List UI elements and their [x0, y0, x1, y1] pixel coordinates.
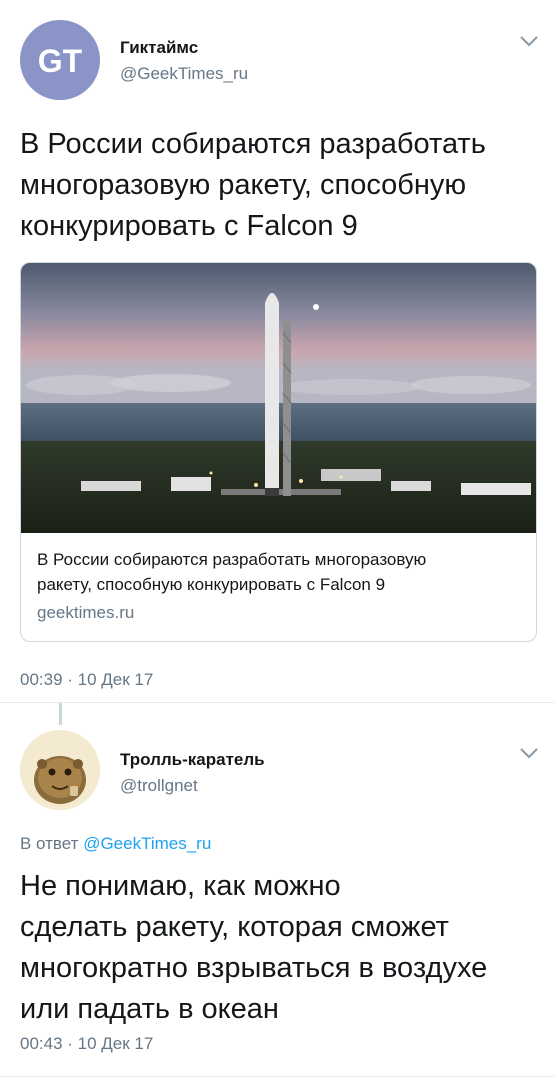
- tweet-text: В России собираются разработать многораз…: [20, 124, 540, 247]
- tweet-geektimes[interactable]: GT Гиктаймс @GeekTimes_ru В России собир…: [0, 0, 555, 700]
- svg-text:GT: GT: [38, 43, 83, 79]
- tweet-text: Не понимаю, как можно сделать ракету, ко…: [20, 866, 550, 1030]
- author-handle[interactable]: @GeekTimes_ru: [120, 64, 248, 84]
- tweet-text-line: многократно взрываться в воздухе: [20, 952, 488, 984]
- chevron-down-icon[interactable]: [518, 33, 540, 49]
- gt-logo-icon: GT: [20, 20, 100, 100]
- author-handle[interactable]: @trollgnet: [120, 776, 198, 796]
- divider: [0, 702, 555, 703]
- avatar[interactable]: [20, 730, 100, 810]
- avatar[interactable]: GT: [20, 20, 100, 100]
- tweet-text-line: В России собираются разработать: [20, 128, 486, 160]
- tweet-text-line: конкурировать с Falcon 9: [20, 210, 358, 242]
- reply-context: В ответ @GeekTimes_ru: [20, 834, 211, 854]
- timestamp[interactable]: 00:39 · 10 Дек 17: [20, 670, 153, 690]
- reply-to-link[interactable]: @GeekTimes_ru: [83, 834, 211, 853]
- author-name[interactable]: Гиктаймс: [120, 38, 198, 58]
- divider: [0, 1076, 555, 1077]
- troll-character-icon: [20, 730, 100, 810]
- tweet-text-line: сделать ракету, которая сможет: [20, 911, 449, 943]
- link-card[interactable]: В России собираются разработать многораз…: [20, 262, 537, 642]
- card-title: В России собираются разработать многораз…: [37, 547, 527, 597]
- tweet-trollgnet[interactable]: Тролль-каратель @trollgnet В ответ @Geek…: [0, 704, 555, 1080]
- card-domain: geektimes.ru: [37, 603, 135, 622]
- card-title-line: В России собираются разработать многораз…: [37, 550, 427, 569]
- card-title-line: ракету, способную конкурировать с Falcon…: [37, 575, 386, 594]
- tweet-text-line: Не понимаю, как можно: [20, 870, 341, 902]
- chevron-down-icon[interactable]: [518, 745, 540, 761]
- author-name[interactable]: Тролль-каратель: [120, 750, 265, 770]
- rocket-launch-photo: [21, 263, 536, 533]
- reply-prefix: В ответ: [20, 834, 79, 853]
- timestamp[interactable]: 00:43 · 10 Дек 17: [20, 1034, 153, 1054]
- tweet-text-line: или падать в океан: [20, 993, 279, 1025]
- tweet-text-line: многоразовую ракету, способную: [20, 169, 467, 201]
